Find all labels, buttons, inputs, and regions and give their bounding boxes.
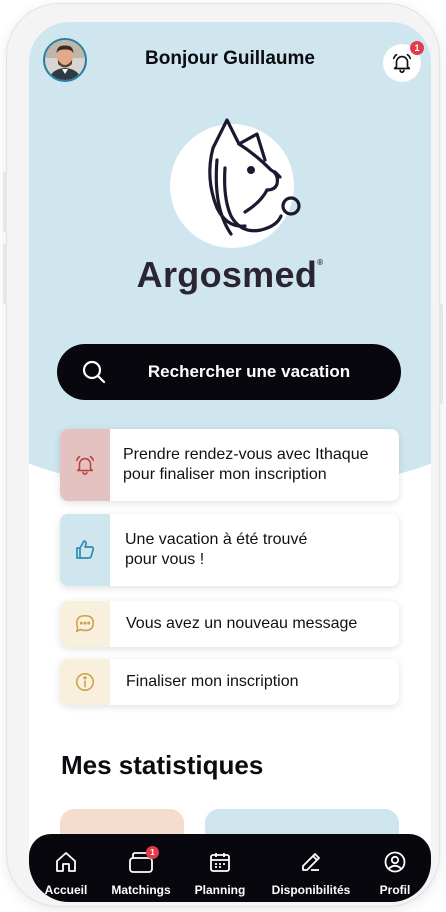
search-vacation-button[interactable]: Rechercher une vacation: [57, 344, 401, 400]
greeting-title: Bonjour Guillaume: [145, 48, 315, 69]
notification-badge: 1: [410, 41, 424, 55]
alert-strip: [60, 601, 110, 647]
thumbs-up-icon: [76, 540, 95, 559]
alert-text: Finaliser mon inscription: [126, 673, 299, 690]
phone-side-button: [3, 172, 7, 232]
tab-profile[interactable]: Profil: [355, 850, 431, 897]
search-label: Rechercher une vacation: [147, 362, 351, 381]
alert-strip: [60, 659, 110, 705]
avatar[interactable]: [43, 38, 87, 82]
search-icon: [82, 360, 106, 384]
bottom-tab-bar: Accueil 1 Matchings Planning Disponibili…: [29, 834, 431, 902]
alert-strip: [60, 514, 110, 586]
calendar-icon: [210, 853, 230, 872]
alert-text: Vous avez un nouveau message: [126, 615, 358, 632]
stats-title: Mes statistiques: [61, 750, 264, 780]
tab-label: Matchings: [111, 883, 171, 897]
phone-side-button: [3, 244, 7, 304]
bell-icon: [75, 455, 95, 475]
app-screen: Bonjour Guillaume 1 Argosmed® Rechercher…: [29, 22, 431, 902]
info-icon: [75, 672, 95, 692]
alert-strip: [60, 429, 110, 501]
chat-bubble-icon: [75, 614, 95, 633]
bell-icon: [392, 53, 412, 73]
dog-stethoscope-logo: [208, 118, 301, 236]
alert-text: Prendre rendez-vous avec Ithaque pour fi…: [123, 446, 369, 483]
tab-label: Planning: [194, 883, 246, 897]
tab-label: Profil: [379, 883, 411, 897]
home-icon: [56, 852, 76, 872]
tab-home[interactable]: Accueil: [29, 850, 106, 897]
profile-icon: [384, 851, 406, 873]
brand-name: Argosmed®: [136, 254, 324, 295]
matchings-badge: 1: [146, 846, 159, 859]
alert-text: Une vacation à été trouvé pour vous !: [125, 531, 308, 568]
notifications-button[interactable]: 1: [383, 41, 424, 82]
alert-card-new-message[interactable]: Vous avez un nouveau message: [60, 601, 399, 647]
phone-frame: Bonjour Guillaume 1 Argosmed® Rechercher…: [3, 4, 443, 906]
alert-card-finalize-registration[interactable]: Finaliser mon inscription: [60, 659, 399, 705]
tab-label: Accueil: [44, 883, 88, 897]
alert-card-appointment[interactable]: Prendre rendez-vous avec Ithaque pour fi…: [60, 429, 399, 501]
edit-icon: [302, 853, 320, 871]
tab-planning[interactable]: Planning: [180, 850, 260, 897]
phone-side-button: [439, 304, 443, 404]
tab-matchings[interactable]: 1 Matchings: [101, 846, 181, 897]
tab-label: Disponibilités: [271, 883, 351, 897]
alert-card-vacation-found[interactable]: Une vacation à été trouvé pour vous !: [60, 514, 399, 586]
tab-availability[interactable]: Disponibilités: [271, 850, 351, 897]
